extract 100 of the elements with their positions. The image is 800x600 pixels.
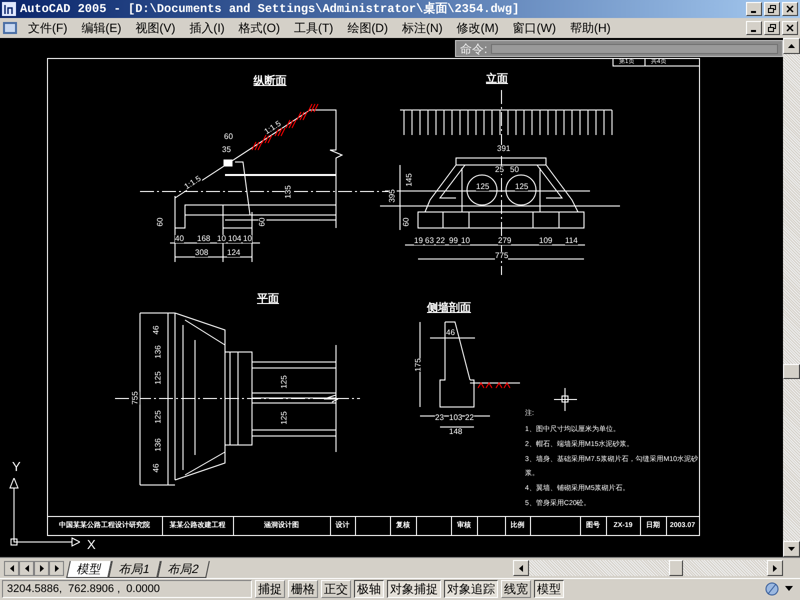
vertical-scrollbar[interactable] [783, 38, 800, 557]
dimension-label: 19 [414, 237, 423, 245]
dimension-label: 60 [402, 218, 410, 226]
menu-item[interactable]: 修改(M) [452, 22, 503, 34]
status-toggle[interactable]: 对象追踪 [444, 580, 498, 598]
dimension-label: 114 [565, 237, 578, 245]
tab-nav-first-button[interactable] [4, 560, 19, 576]
dimension-label: 103 [449, 414, 462, 422]
dimension-label: 391 [497, 145, 510, 153]
dimension-label: 145 [406, 173, 414, 187]
scroll-thumb[interactable] [669, 560, 683, 576]
dimension-label: 63 [425, 237, 434, 245]
drawing-canvas[interactable] [0, 38, 783, 557]
maximize-icon [768, 24, 776, 32]
maximize-icon [768, 5, 776, 13]
dimension-label: 35 [222, 146, 231, 154]
dimension-label: 125 [476, 183, 490, 191]
caret-icon [38, 564, 44, 572]
dimension-label: 125 [280, 375, 289, 389]
dimension-label: 25 [495, 166, 504, 174]
dimension-label: 125 [280, 411, 289, 425]
caret-down-icon [788, 547, 795, 551]
dimension-label: 395 [388, 189, 397, 203]
dimension-label: 10 [243, 235, 252, 243]
dimension-label: 60 [156, 218, 164, 226]
scroll-down-button[interactable] [783, 541, 800, 557]
maximize-button[interactable] [764, 2, 780, 16]
caret-up-icon [788, 44, 795, 48]
dimension-label: 10 [461, 237, 470, 245]
window-title: AutoCAD 2005 - [D:\Documents and Settings\Administrator\桌面\2354.dwg] [20, 3, 520, 15]
maximize-button[interactable] [764, 21, 780, 35]
menu-item[interactable]: 窗口(W) [508, 22, 560, 34]
document-icon[interactable] [2, 21, 18, 35]
scroll-up-button[interactable] [783, 38, 800, 54]
dimension-label: 168 [197, 235, 210, 243]
dimension-label: 148 [449, 428, 462, 436]
menu-item[interactable]: 插入(I) [185, 22, 229, 34]
dimension-label: 99 [449, 237, 458, 245]
dimension-label: 60 [258, 218, 266, 226]
status-toggle[interactable]: 对象捕捉 [387, 580, 441, 598]
dropdown-arrow-icon[interactable] [784, 586, 794, 592]
menu-item[interactable]: 工具(T) [290, 22, 338, 34]
horizontal-scrollbar[interactable] [513, 560, 783, 576]
tab-nav-last-button[interactable] [49, 560, 64, 576]
dimension-label: 755 [132, 391, 140, 405]
menu-item[interactable]: 绘图(D) [343, 22, 392, 34]
caret-left-icon [519, 564, 523, 572]
dimension-label: 22 [436, 237, 445, 245]
dimension-label: 308 [195, 249, 208, 257]
dimension-label: 135 [284, 185, 293, 199]
section-title: 平面 [257, 294, 279, 305]
dimension-label: 175 [414, 358, 423, 372]
dimension-label: 23 [435, 414, 444, 422]
tab-nav-next-button[interactable] [34, 560, 49, 576]
status-toggle[interactable]: 线宽 [501, 580, 531, 598]
coordinates-readout: 3204.5886, 762.8906 , 0.0000 [2, 580, 252, 598]
caret-icon [24, 564, 30, 572]
dimension-label: 50 [510, 166, 519, 174]
close-button[interactable] [782, 21, 798, 35]
dimension-label: 22 [465, 414, 474, 422]
menu-item[interactable]: 格式(O) [234, 22, 284, 34]
section-title: 立面 [486, 74, 508, 85]
status-toggle[interactable]: 正交 [321, 580, 351, 598]
scroll-left-button[interactable] [513, 560, 529, 576]
minimize-button[interactable] [746, 2, 762, 16]
dimension-label: 10 [217, 235, 226, 243]
menu-item[interactable]: 帮助(H) [566, 22, 615, 34]
status-toggle[interactable]: 模型 [534, 580, 564, 598]
dimension-label: 46 [152, 464, 160, 472]
layout-tab[interactable]: 布局1 [108, 561, 160, 578]
dimension-label: 775 [495, 252, 508, 260]
dimension-label: 124 [227, 249, 240, 257]
caret-icon [54, 564, 60, 572]
command-input[interactable] [491, 44, 778, 54]
section-title: 纵断面 [254, 76, 286, 87]
layout-tab[interactable]: 布局2 [156, 561, 210, 578]
menu-item[interactable]: 文件(F) [24, 22, 72, 34]
close-icon [786, 5, 794, 13]
status-toggle[interactable]: 极轴 [354, 580, 384, 598]
dimension-label: 279 [498, 237, 512, 245]
tab-nav-prev-button[interactable] [19, 560, 34, 576]
status-toggle[interactable]: 栅格 [288, 580, 318, 598]
status-toggle[interactable]: 捕捉 [255, 580, 285, 598]
dimension-label: 109 [539, 237, 552, 245]
layout-tab[interactable]: 模型 [66, 561, 112, 578]
scroll-thumb[interactable] [783, 364, 800, 379]
close-button[interactable] [782, 2, 798, 16]
dimension-label: 136 [154, 438, 163, 452]
caret-icon [8, 564, 14, 572]
minimize-button[interactable] [746, 21, 762, 35]
menu-item[interactable]: 标注(N) [398, 22, 447, 34]
dimension-label: 46 [152, 326, 160, 334]
menu-item[interactable]: 编辑(E) [77, 22, 126, 34]
dimension-label: 1:1.5 [263, 120, 283, 136]
dimension-label: 125 [515, 183, 528, 191]
command-prompt: 命令: [460, 42, 488, 54]
scroll-right-button[interactable] [767, 560, 783, 576]
menu-item[interactable]: 视图(V) [131, 22, 180, 34]
dimension-label: 60 [224, 133, 233, 141]
dimension-label: 125 [154, 371, 163, 385]
